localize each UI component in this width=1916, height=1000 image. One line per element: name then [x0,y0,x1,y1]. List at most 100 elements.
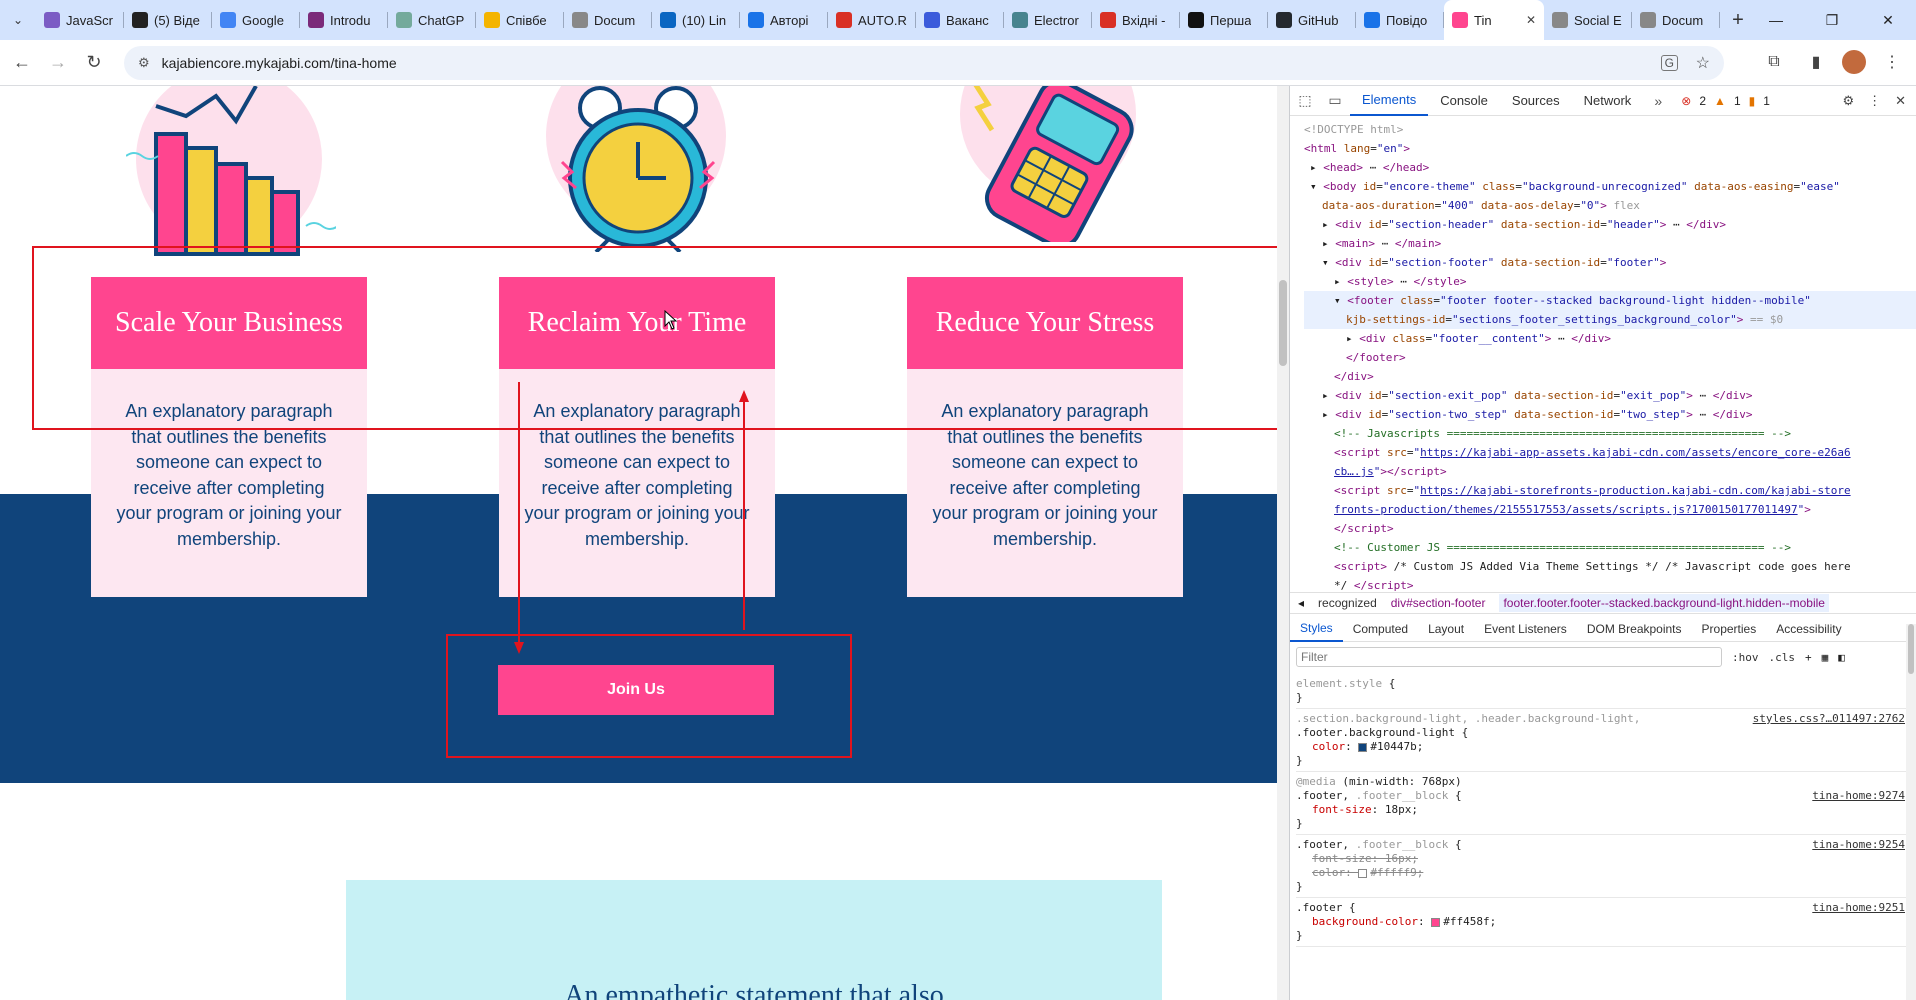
more-menu-icon[interactable]: ⋮ [1876,46,1908,78]
css-rule[interactable]: element.style { } [1296,674,1916,709]
browser-tab[interactable]: Social E [1544,0,1632,40]
page-scrollbar[interactable] [1277,86,1289,1000]
tab-title: Співбе [506,12,547,28]
device-toolbar-icon[interactable]: ▭ [1320,92,1350,109]
crumbs-scroll-left-icon[interactable]: ◂ [1298,596,1304,610]
tab-title: Ваканс [946,12,989,28]
close-devtools-icon[interactable]: ✕ [1895,93,1906,109]
tab-title: JavaScr [66,12,113,28]
minimize-icon[interactable]: — [1748,0,1804,40]
browser-tab[interactable]: Google [212,0,300,40]
tab-sources[interactable]: Sources [1500,86,1572,116]
kajabi-favicon-icon [1452,12,1468,28]
window-controls: — ❐ ✕ [1748,0,1916,40]
browser-tab[interactable]: Співбе [476,0,564,40]
tab-title: Авторі [770,12,809,28]
check-favicon-icon [748,12,764,28]
restore-icon[interactable]: ❐ [1804,0,1860,40]
browser-tab[interactable]: GitHub [1268,0,1356,40]
browser-tab[interactable]: Вхідні - [1092,0,1180,40]
tab-title: Docum [594,12,636,28]
close-tab-icon[interactable]: ✕ [1526,13,1536,27]
css-rule[interactable]: @media (min-width: 768px) .footer, .foot… [1296,772,1916,835]
breadcrumb-item[interactable]: recognized [1318,596,1377,610]
browser-tab[interactable]: ChatGP [388,0,476,40]
tab-event-listeners[interactable]: Event Listeners [1474,616,1577,642]
side-panel-icon[interactable]: ▮ [1800,46,1832,78]
tab-elements[interactable]: Elements [1350,86,1429,116]
styles-filter-input[interactable]: Filter [1296,647,1722,667]
css-rule[interactable]: .footer, .footer__block {tina-home:9254 … [1296,835,1916,898]
styles-scrollbar[interactable] [1906,624,1916,1000]
linkedin-favicon-icon [660,12,676,28]
new-rule-icon[interactable]: + [1805,651,1812,664]
document-favicon-icon [572,12,588,28]
extensions-icon[interactable]: ⧉ [1758,46,1790,78]
tab-console[interactable]: Console [1428,86,1500,116]
site-info-icon[interactable]: ⚙ [138,55,150,71]
tab-strip: ⌄ JavaScr (5) Віде Google Introdu ChatGP Спів… [0,0,1916,40]
tab-title: GitHub [1298,12,1339,28]
customize-menu-icon[interactable]: ⋮ [1868,93,1881,109]
devtools-panel: ⬚ ▭ Elements Console Sources Network » ⊗… [1289,86,1916,1000]
browser-tab[interactable]: Ваканс [916,0,1004,40]
issue-badges[interactable]: ⊗ 2 ▲ 1 ▮ 1 [1681,94,1770,108]
google-translate-favicon-icon [220,12,236,28]
tab-layout[interactable]: Layout [1418,616,1474,642]
class-toggle[interactable]: .cls [1769,651,1796,664]
back-arrow-icon[interactable]: ← [4,45,40,81]
tab-network[interactable]: Network [1572,86,1644,116]
address-bar[interactable]: ⚙ kajabiencore.mykajabi.com/tina-home G … [124,46,1724,80]
close-window-icon[interactable]: ✕ [1860,0,1916,40]
annotation-arrows [514,382,749,654]
browser-tab[interactable]: JavaScr [36,0,124,40]
browser-tab[interactable]: Electror [1004,0,1092,40]
browser-tab[interactable]: Docum [564,0,652,40]
url-text: kajabiencore.mykajabi.com/tina-home [161,55,397,71]
css-rule[interactable]: .section.background-light, .header.backg… [1296,709,1916,772]
translate-icon[interactable]: G [1660,55,1678,71]
browser-tab[interactable]: Перша [1180,0,1268,40]
tab-title: ChatGP [418,12,465,28]
tab-title: Вхідні - [1122,12,1166,28]
dou-favicon-icon [1188,12,1204,28]
google-drive-favicon-icon [484,12,500,28]
tab-title: Google [242,12,284,28]
sidebar-toggle-icon[interactable]: ◧ [1838,651,1845,664]
tab-dom-breakpoints[interactable]: DOM Breakpoints [1577,616,1692,642]
tab-title: Docum [1662,12,1704,28]
tab-search-icon[interactable]: ⌄ [0,0,36,40]
social-favicon-icon [1552,12,1568,28]
browser-tab[interactable]: Повідо [1356,0,1444,40]
bookmark-star-icon[interactable]: ☆ [1696,53,1710,73]
css-rule[interactable]: .footer {tina-home:9251 background-color… [1296,898,1916,947]
inspect-element-icon[interactable]: ⬚ [1290,92,1320,109]
breadcrumb-item-selected[interactable]: footer.footer.footer--stacked.background… [1499,594,1829,612]
chatgpt-favicon-icon [396,12,412,28]
more-tabs-icon[interactable]: » [1643,93,1673,109]
avatar[interactable] [1842,50,1866,74]
course-favicon-icon [308,12,324,28]
browser-tab[interactable]: Docum [1632,0,1720,40]
tab-properties[interactable]: Properties [1692,616,1767,642]
tab-accessibility[interactable]: Accessibility [1766,616,1851,642]
tab-styles[interactable]: Styles [1290,616,1343,642]
browser-tab-active[interactable]: Tin ✕ [1444,0,1544,40]
settings-gear-icon[interactable]: ⚙ [1842,93,1854,109]
scrollbar-thumb[interactable] [1279,280,1287,366]
styles-subtabs: Styles Computed Layout Event Listeners D… [1290,616,1916,642]
breadcrumb-item[interactable]: div#section-footer [1391,596,1486,610]
hover-state-toggle[interactable]: :hov [1732,651,1759,664]
reload-icon[interactable]: ↻ [76,45,112,81]
scrollbar-thumb[interactable] [1908,624,1914,674]
browser-tab[interactable]: (5) Віде [124,0,212,40]
tab-computed[interactable]: Computed [1343,616,1418,642]
browser-tab[interactable]: Introdu [300,0,388,40]
browser-tab[interactable]: (10) Lin [652,0,740,40]
devtools-tabbar: ⬚ ▭ Elements Console Sources Network » ⊗… [1290,86,1916,116]
computed-styles-icon[interactable]: ▦ [1822,651,1829,664]
forward-arrow-icon[interactable]: → [40,45,76,81]
browser-tab[interactable]: AUTO.R [828,0,916,40]
browser-tab[interactable]: Авторі [740,0,828,40]
djinni-favicon-icon [924,12,940,28]
